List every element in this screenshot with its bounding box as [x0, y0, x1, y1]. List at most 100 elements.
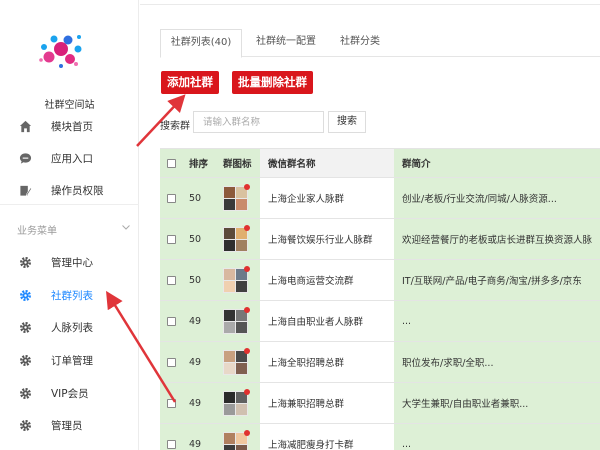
row-select-cell	[160, 424, 183, 450]
sidebar-item-community-list[interactable]: 社群列表	[0, 281, 139, 309]
row-select-cell	[160, 260, 183, 300]
sidebar: 社群空间站 模块首页 应用入口 操作员权限 业务菜单 管理中心 社群列表 人脉列…	[0, 0, 139, 450]
gear-icon	[18, 288, 32, 302]
row-checkbox[interactable]	[167, 357, 176, 367]
unread-dot-icon	[244, 347, 250, 354]
table-row[interactable]: 49 上海自由职业者人脉群 ...	[160, 301, 600, 342]
search-input[interactable]	[193, 111, 324, 133]
header-desc: 群简介	[394, 149, 600, 177]
sort-value: 49	[183, 383, 220, 423]
row-select-cell	[160, 342, 183, 382]
sort-value: 49	[183, 424, 220, 450]
group-icon-cell	[220, 260, 260, 300]
sidebar-item-label: 操作员权限	[51, 184, 104, 197]
tab-categories[interactable]: 社群分类	[330, 29, 390, 57]
site-name: 社群空间站	[44, 100, 95, 111]
table-header: 排序 群图标 微信群名称 群简介	[160, 148, 600, 178]
header-name: 微信群名称	[268, 159, 316, 170]
sidebar-item-contacts-list[interactable]: 人脉列表	[0, 313, 139, 341]
group-desc: ...	[394, 301, 600, 341]
group-icon-cell	[220, 383, 260, 423]
header-sort: 排序	[183, 149, 220, 177]
unread-dot-icon	[244, 224, 250, 231]
group-name: 上海减肥瘦身打卡群	[268, 440, 354, 450]
group-name: 上海企业家人脉群	[268, 194, 345, 205]
group-name: 上海全职招聘总群	[268, 358, 345, 369]
group-desc: 大学生兼职/自由职业者兼职...	[394, 383, 600, 423]
sort-value: 49	[183, 342, 220, 382]
table-row[interactable]: 50 上海企业家人脉群 创业/老板/行业交流/同城/人脉资源...	[160, 178, 600, 219]
group-avatar	[223, 265, 250, 293]
table-row[interactable]: 50 上海餐饮娱乐行业人脉群 欢迎经营餐厅的老板或店长进群互换资源人脉	[160, 219, 600, 260]
sidebar-item-label: 管理员	[51, 419, 83, 432]
group-name: 上海自由职业者人脉群	[268, 317, 364, 328]
gear-icon	[18, 418, 32, 432]
sort-value: 49	[183, 301, 220, 341]
sort-value: 50	[183, 260, 220, 300]
tab-bar: 社群列表(40) 社群统一配置 社群分类	[160, 29, 600, 58]
group-icon-cell	[220, 178, 260, 218]
row-select-cell	[160, 301, 183, 341]
batch-delete-button[interactable]: 批量删除社群	[232, 71, 313, 94]
tab-community-list[interactable]: 社群列表(40)	[160, 29, 242, 58]
gear-icon	[18, 353, 32, 367]
row-checkbox[interactable]	[167, 439, 176, 449]
row-checkbox[interactable]	[167, 275, 176, 285]
table-row[interactable]: 49 上海减肥瘦身打卡群 ...	[160, 424, 600, 450]
sidebar-item-home[interactable]: 模块首页	[0, 112, 139, 140]
gear-icon	[18, 386, 32, 400]
group-avatar	[223, 429, 250, 450]
row-checkbox[interactable]	[167, 234, 176, 244]
edit-icon	[18, 183, 32, 197]
group-desc: 欢迎经营餐厅的老板或店长进群互换资源人脉	[394, 219, 600, 259]
gear-icon	[18, 320, 32, 334]
table-row[interactable]: 50 上海电商运营交流群 IT/互联网/产品/电子商务/淘宝/拼多多/京东	[160, 260, 600, 301]
group-desc: IT/互联网/产品/电子商务/淘宝/拼多多/京东	[394, 260, 600, 300]
home-icon	[18, 119, 32, 133]
chevron-down-icon[interactable]	[121, 222, 131, 232]
group-avatar	[223, 347, 250, 375]
group-icon-cell	[220, 424, 260, 450]
group-avatar	[223, 224, 250, 252]
sidebar-item-app-entry[interactable]: 应用入口	[0, 144, 139, 172]
sidebar-item-label: 模块首页	[51, 120, 93, 133]
group-avatar	[223, 306, 250, 334]
sidebar-item-label: 应用入口	[51, 152, 93, 165]
group-icon-cell	[220, 301, 260, 341]
sort-value: 50	[183, 219, 220, 259]
divider	[0, 204, 139, 205]
select-all-cell	[160, 149, 183, 177]
row-checkbox[interactable]	[167, 316, 176, 326]
sidebar-item-label: 订单管理	[51, 354, 93, 367]
unread-dot-icon	[244, 429, 250, 436]
group-name: 上海电商运营交流群	[268, 276, 354, 287]
unread-dot-icon	[244, 388, 250, 395]
search-button[interactable]: 搜索	[328, 111, 366, 133]
row-select-cell	[160, 383, 183, 423]
sidebar-item-operator-permissions[interactable]: 操作员权限	[0, 176, 139, 204]
select-all-checkbox[interactable]	[167, 158, 176, 168]
add-community-button[interactable]: 添加社群	[161, 71, 219, 94]
group-desc: ...	[394, 424, 600, 450]
site-logo	[39, 35, 82, 68]
sidebar-item-label: 社群列表	[51, 289, 93, 302]
sidebar-item-vip[interactable]: VIP会员	[0, 379, 139, 407]
sidebar-item-admins[interactable]: 管理员	[0, 411, 139, 439]
divider	[140, 4, 600, 5]
tab-unified-config[interactable]: 社群统一配置	[246, 29, 326, 57]
sidebar-item-label: 人脉列表	[51, 321, 93, 334]
community-table: 排序 群图标 微信群名称 群简介 50 上海企业家人脉群 创业/老板/行业交流/…	[160, 148, 600, 450]
sidebar-item-management-center[interactable]: 管理中心	[0, 248, 139, 276]
group-avatar	[223, 388, 250, 416]
section-label: 业务菜单	[17, 226, 57, 237]
search-label: 搜索群	[160, 121, 190, 132]
row-select-cell	[160, 219, 183, 259]
sidebar-item-orders[interactable]: 订单管理	[0, 346, 139, 374]
unread-dot-icon	[244, 265, 250, 272]
group-name: 上海餐饮娱乐行业人脉群	[268, 235, 373, 246]
table-row[interactable]: 49 上海兼职招聘总群 大学生兼职/自由职业者兼职...	[160, 383, 600, 424]
row-checkbox[interactable]	[167, 398, 176, 408]
sort-value: 50	[183, 178, 220, 218]
row-checkbox[interactable]	[167, 193, 176, 203]
table-row[interactable]: 49 上海全职招聘总群 职位发布/求职/全职...	[160, 342, 600, 383]
